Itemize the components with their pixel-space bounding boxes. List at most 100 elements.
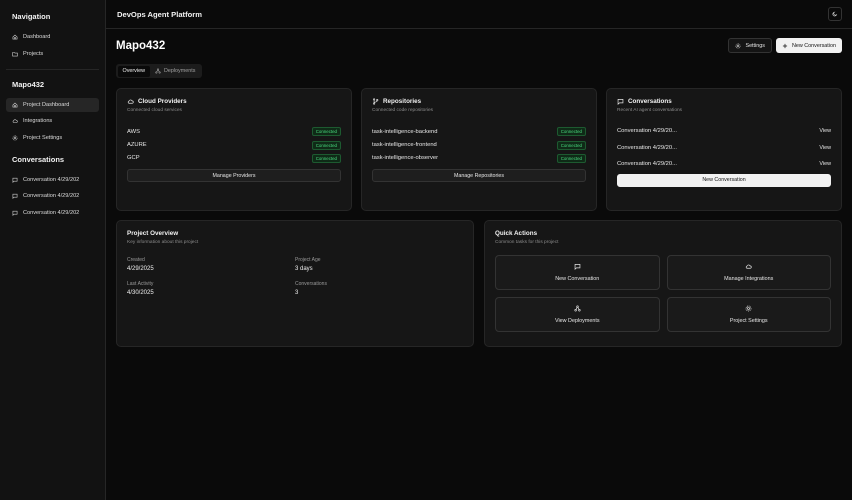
sidebar-item-conversation[interactable]: Conversation 4/29/202 (6, 189, 99, 203)
gear-icon (12, 135, 18, 140)
quick-action-manage-integrations[interactable]: Manage Integrations (666, 255, 831, 290)
project-overview-card: Project Overview Key information about t… (116, 220, 474, 347)
view-conversation-link[interactable]: View (819, 145, 831, 151)
cloud-icon (746, 264, 752, 269)
view-conversation-link[interactable]: View (819, 128, 831, 134)
overview-field-conversations: Conversations 3 (295, 281, 463, 296)
sidebar-item-label: Conversation 4/29/202 (23, 209, 80, 216)
sidebar-nav-section: Navigation Dashboard Projects (6, 10, 99, 61)
sidebar-heading-navigation: Navigation (12, 12, 51, 21)
card-title-text: Conversations (628, 98, 672, 105)
overview-fields: Created 4/29/2025 Project Age 3 days Las… (127, 257, 463, 296)
manage-repositories-button[interactable]: Manage Repositories (372, 169, 586, 183)
sidebar-item-project-settings[interactable]: Project Settings (6, 131, 99, 145)
tab-label: Deployments (163, 68, 196, 74)
moon-icon (832, 11, 838, 17)
list-item: AZURE Connected (127, 138, 341, 151)
sidebar-heading-project: Mapo432 (12, 79, 45, 89)
sidebar-item-label: Project Settings (23, 134, 63, 141)
new-conversation-card-button[interactable]: New Conversation (617, 173, 831, 187)
status-badge: Connected (556, 153, 586, 163)
sidebar-item-label: Conversation 4/29/202 (23, 193, 80, 199)
list-item: AWS Connected (127, 125, 341, 138)
list-item: Conversation 4/29/20... View (617, 140, 831, 157)
field-value: 4/29/2025 (127, 266, 154, 272)
card-title-text: Repositories (383, 98, 422, 105)
quick-action-label: View Deployments (554, 318, 600, 324)
overview-field-created: Created 4/29/2025 (127, 257, 295, 272)
home-icon (12, 34, 18, 40)
field-label: Conversations (295, 281, 327, 287)
sidebar-item-label: Projects (23, 50, 44, 57)
sidebar-item-project-dashboard[interactable]: Project Dashboard (6, 97, 99, 112)
field-label: Created (127, 257, 145, 263)
view-conversation-link[interactable]: View (819, 161, 831, 167)
deployments-icon (574, 305, 581, 312)
card-title: Conversations (617, 98, 831, 105)
sidebar-item-dashboard[interactable]: Dashboard (6, 30, 99, 44)
repository-name: task-intelligence-frontend (372, 142, 437, 149)
card-title: Quick Actions (495, 230, 831, 237)
new-conversation-button[interactable]: New Conversation (775, 38, 842, 53)
card-subtitle: Recent AI agent conversations (617, 108, 683, 113)
manage-providers-button[interactable]: Manage Providers (127, 169, 341, 183)
quick-action-new-conversation[interactable]: New Conversation (495, 255, 660, 290)
message-icon (12, 210, 18, 216)
card-title-text: Project Overview (127, 230, 179, 237)
list-item: Conversation 4/29/20... View (617, 123, 831, 140)
field-label: Last Activity (127, 281, 154, 287)
sidebar-heading-conversations: Conversations (12, 154, 65, 164)
field-value: 3 (295, 290, 299, 296)
field-value: 3 days (295, 266, 313, 272)
quick-actions-grid: New Conversation Manage Integrations Vie… (495, 255, 831, 332)
field-label: Project Age (295, 257, 321, 263)
conversations-card: Conversations Recent AI agent conversati… (606, 88, 842, 211)
quick-action-project-settings[interactable]: Project Settings (666, 297, 831, 332)
quick-action-view-deployments[interactable]: View Deployments (495, 297, 660, 332)
overview-field-last-activity: Last Activity 4/30/2025 (127, 281, 295, 296)
sidebar-item-label: Integrations (23, 118, 53, 124)
sidebar-item-projects[interactable]: Projects (6, 47, 99, 61)
card-title: Project Overview (127, 230, 463, 237)
provider-name: GCP (127, 155, 140, 162)
sidebar-item-integrations[interactable]: Integrations (6, 114, 99, 128)
settings-button[interactable]: Settings (728, 38, 772, 53)
sidebar-item-label: Project Dashboard (23, 101, 70, 108)
repository-name: task-intelligence-backend (372, 128, 438, 135)
list-item: task-intelligence-backend Connected (372, 125, 586, 138)
card-title: Cloud Providers (127, 98, 341, 105)
sidebar-conversations-section: Conversations Conversation 4/29/202 Conv… (6, 153, 99, 220)
tab-overview[interactable]: Overview (117, 65, 150, 77)
main-content: DevOps Agent Platform Mapo432 Settings N… (106, 0, 852, 500)
card-title-text: Quick Actions (495, 230, 538, 237)
cloud-providers-card: Cloud Providers Connected cloud services… (116, 88, 352, 211)
list-item: task-intelligence-observer Connected (372, 152, 586, 165)
status-badge: Connected (311, 153, 341, 163)
conversation-name: Conversation 4/29/20... (617, 161, 677, 168)
tab-deployments[interactable]: Deployments (150, 66, 200, 77)
page-header: Mapo432 Settings New Conversation (116, 38, 842, 53)
tab-bar: Overview Deployments (116, 64, 202, 78)
repositories-card: Repositories Connected code repositories… (361, 88, 597, 211)
header-actions: Settings New Conversation (728, 38, 842, 53)
new-conversation-button-label: New Conversation (791, 42, 836, 49)
message-icon (617, 99, 624, 105)
deployments-icon (155, 68, 161, 74)
provider-name: AZURE (127, 142, 147, 149)
quick-action-label: Project Settings (729, 318, 768, 324)
status-badge: Connected (311, 140, 341, 150)
home-icon (12, 102, 18, 107)
sidebar-item-conversation[interactable]: Conversation 4/29/202 (6, 206, 99, 220)
status-badge: Connected (556, 140, 586, 150)
card-subtitle: Connected code repositories (372, 108, 434, 113)
conversation-name: Conversation 4/29/20... (617, 128, 677, 135)
folder-icon (12, 51, 18, 56)
sidebar: Navigation Dashboard Projects Mapo432 Pr… (0, 0, 106, 500)
repository-name: task-intelligence-observer (372, 155, 439, 162)
theme-toggle-button[interactable] (828, 7, 842, 21)
git-branch-icon (373, 98, 379, 105)
overview-field-project-age: Project Age 3 days (295, 257, 463, 272)
sidebar-item-conversation[interactable]: Conversation 4/29/202 (6, 173, 99, 187)
card-subtitle: Key information about this project (127, 240, 199, 245)
message-icon (12, 193, 18, 199)
